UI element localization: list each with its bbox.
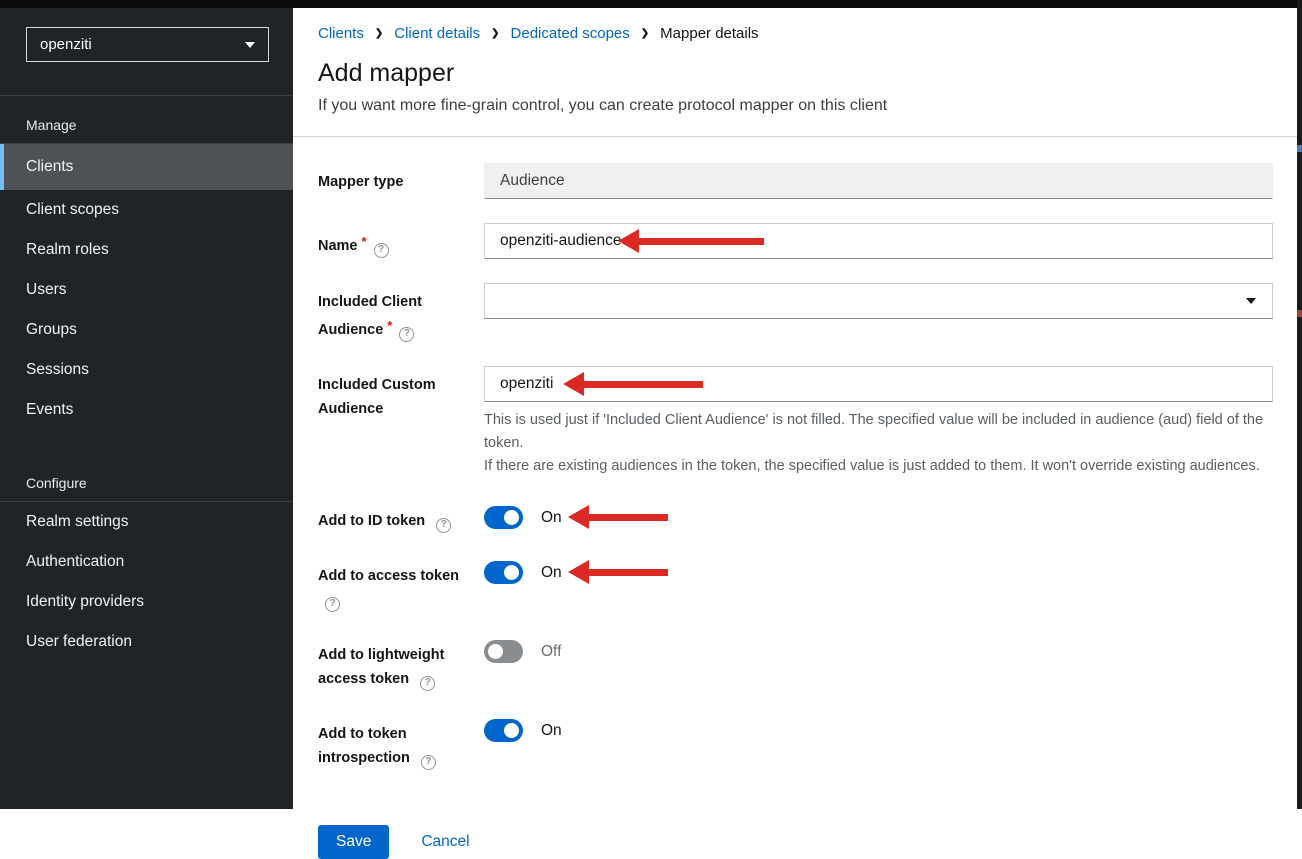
nav-section-title: Manage [0,96,293,144]
add-to-token-introspection-row: Add to token introspection ? On [318,715,1273,770]
help-icon[interactable]: ? [421,755,436,770]
included-custom-audience-label: Included Custom Audience [318,366,468,478]
add-to-lightweight-access-token-row: Add to lightweight access token ? Off [318,636,1273,691]
mapper-type-label: Mapper type [318,163,468,199]
name-input[interactable] [484,223,1273,259]
realm-selector-area: openziti [0,8,293,96]
nav-section-title: Configure [0,454,293,502]
sidebar-nav: openziti ManageClientsClient scopesRealm… [0,8,293,809]
add-to-id-token-row: Add to ID token ? On [318,502,1273,533]
breadcrumb-separator-icon: ❯ [491,28,499,39]
included-custom-audience-row: Included Custom Audience This is used ju… [318,366,1273,478]
breadcrumb-link-clients[interactable]: Clients [318,25,364,42]
add-to-access-token-row: Add to access token ? On [318,557,1273,612]
realm-selector-dropdown[interactable]: openziti [26,27,269,62]
realm-name: openziti [40,36,92,53]
mapper-type-field [484,163,1273,199]
chevron-down-icon [245,42,255,48]
help-icon[interactable]: ? [399,327,414,342]
required-indicator: * [362,234,367,249]
included-client-audience-select[interactable] [484,283,1273,319]
add-to-token-introspection-label: Add to token introspection ? [318,715,468,770]
sidebar-item-authentication[interactable]: Authentication [0,542,293,582]
help-icon[interactable]: ? [374,243,389,258]
page-header: Clients ❯ Client details ❯ Dedicated scopes ❯… [293,8,1297,137]
add-to-id-token-switch[interactable] [484,506,523,529]
annotation-arrow [568,505,668,529]
name-label: Name*? [318,223,468,259]
sidebar-item-users[interactable]: Users [0,270,293,310]
form-actions: Save Cancel [318,825,1273,859]
page-subtitle: If you want more fine-grain control, you… [318,97,1273,115]
included-custom-audience-input[interactable] [484,366,1273,402]
chevron-down-icon [1246,298,1256,304]
add-to-access-token-label: Add to access token ? [318,557,468,612]
cancel-link[interactable]: Cancel [421,833,469,851]
breadcrumb-link-client-details[interactable]: Client details [394,25,480,42]
main-content: Clients ❯ Client details ❯ Dedicated scopes ❯… [293,8,1297,809]
annotation-arrow [568,560,668,584]
window-scrollbar[interactable] [1297,0,1302,809]
mapper-type-row: Mapper type [318,163,1273,199]
add-to-token-introspection-state-label: On [541,715,562,770]
sidebar-item-sessions[interactable]: Sessions [0,350,293,390]
sidebar-item-user-federation[interactable]: User federation [0,622,293,662]
required-indicator: * [387,318,392,333]
name-row: Name*? [318,223,1273,259]
add-to-access-token-state-label: On [541,557,562,612]
breadcrumb-separator-icon: ❯ [641,28,649,39]
scrollbar-mark [1297,310,1302,317]
help-icon[interactable]: ? [436,518,451,533]
nav-list: ClientsClient scopesRealm rolesUsersGrou… [0,144,293,430]
add-to-token-introspection-switch[interactable] [484,719,523,742]
add-mapper-form: Mapper type Name*? Included Client Audie… [293,137,1297,859]
sidebar-item-realm-roles[interactable]: Realm roles [0,230,293,270]
nav-section-manage: ManageClientsClient scopesRealm rolesUse… [0,96,293,430]
breadcrumb-separator-icon: ❯ [375,28,383,39]
add-to-lightweight-access-token-state-label: Off [541,636,561,691]
add-to-id-token-label: Add to ID token ? [318,502,468,533]
included-client-audience-row: Included Client Audience*? [318,283,1273,342]
masthead-bar [0,0,1302,8]
nav-list: Realm settingsAuthenticationIdentity pro… [0,502,293,662]
nav-section-configure: ConfigureRealm settingsAuthenticationIde… [0,454,293,662]
scrollbar-mark [1297,145,1302,152]
sidebar-item-groups[interactable]: Groups [0,310,293,350]
breadcrumb-link-dedicated-scopes[interactable]: Dedicated scopes [511,25,630,42]
page-title: Add mapper [318,59,1273,88]
field-helper-text: This is used just if 'Included Client Au… [484,409,1273,478]
add-to-lightweight-access-token-label: Add to lightweight access token ? [318,636,468,691]
save-button[interactable]: Save [318,825,389,859]
included-client-audience-label: Included Client Audience*? [318,283,468,342]
breadcrumb: Clients ❯ Client details ❯ Dedicated scopes ❯… [318,25,1273,42]
help-icon[interactable]: ? [420,676,435,691]
add-to-lightweight-access-token-switch[interactable] [484,640,523,663]
sidebar-item-realm-settings[interactable]: Realm settings [0,502,293,542]
add-to-access-token-switch[interactable] [484,561,523,584]
breadcrumb-current-mapper-details: Mapper details [660,25,758,42]
sidebar-item-identity-providers[interactable]: Identity providers [0,582,293,622]
sidebar-item-clients[interactable]: Clients [0,144,293,190]
add-to-id-token-state-label: On [541,502,562,533]
sidebar-item-events[interactable]: Events [0,390,293,430]
sidebar-item-client-scopes[interactable]: Client scopes [0,190,293,230]
help-icon[interactable]: ? [325,597,340,612]
